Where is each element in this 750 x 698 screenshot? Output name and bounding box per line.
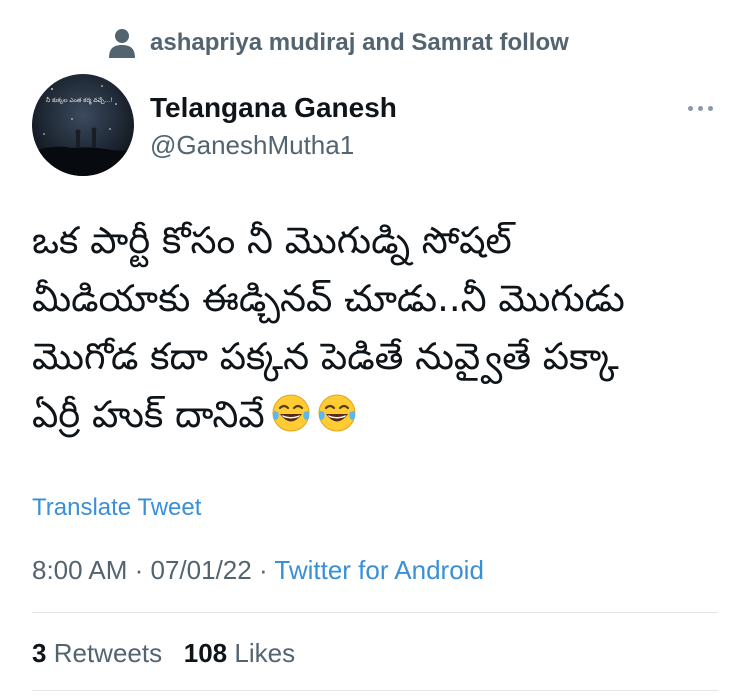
separator-dot: · (127, 555, 151, 585)
tweet-line: మీడియాకు ఈడ్చినవ్ చూడు..నీ మొగుడు (32, 277, 625, 320)
author-handle[interactable]: @GaneshMutha1 (150, 130, 354, 161)
social-context-text: ashapriya mudiraj and Samrat follow (150, 29, 569, 56)
retweets-label: Retweets (53, 638, 163, 668)
avatar-caption: నీ కుక్కల ఎంత కర్మ వచ్చే...! (46, 96, 113, 105)
social-context[interactable]: ashapriya mudiraj and Samrat follow (108, 26, 569, 60)
laughing-tears-emoji-icon (318, 394, 356, 432)
tweet-date[interactable]: 07/01/22 (151, 555, 252, 585)
translate-tweet-link[interactable]: Translate Tweet (32, 494, 201, 522)
author-name[interactable]: Telangana Ganesh (150, 92, 397, 124)
tweet-source-link[interactable]: Twitter for Android (274, 555, 484, 585)
retweets-count: 3 (32, 638, 47, 668)
tweet-line: మొగోడ కదా పక్కన పెడితే నువ్వైతే పక్కా (32, 335, 619, 378)
tweet-line-last: ఏర్రీ హుక్ దానివే (32, 386, 722, 444)
likes-label: Likes (234, 638, 296, 668)
likes-stat[interactable]: 108 Likes (184, 638, 295, 668)
separator-dot: · (251, 555, 275, 585)
avatar-image: నీ కుక్కల ఎంత కర్మ వచ్చే...! (32, 74, 134, 176)
tweet-line: ఒక పార్టీ కోసం నీ మొగుడ్ని సోషల్ (32, 219, 512, 262)
tweet-time[interactable]: 8:00 AM (32, 555, 127, 585)
laughing-tears-emoji-icon (272, 394, 310, 432)
tweet-text: ఒక పార్టీ కోసం నీ మొగుడ్ని సోషల్ మీడియాక… (32, 212, 722, 444)
tweet-line-text: ఏర్రీ హుక్ దానివే (32, 393, 265, 436)
engagement-stats: 3 Retweets 108 Likes (32, 638, 295, 669)
likes-count: 108 (183, 638, 228, 668)
divider (32, 690, 718, 691)
retweets-stat[interactable]: 3 Retweets (32, 638, 162, 668)
more-options-icon[interactable] (680, 96, 720, 120)
person-icon (109, 29, 135, 58)
tweet-metadata: 8:00 AM · 07/01/22 · Twitter for Android (32, 555, 484, 586)
divider (32, 612, 718, 613)
avatar[interactable]: నీ కుక్కల ఎంత కర్మ వచ్చే...! (32, 74, 134, 176)
